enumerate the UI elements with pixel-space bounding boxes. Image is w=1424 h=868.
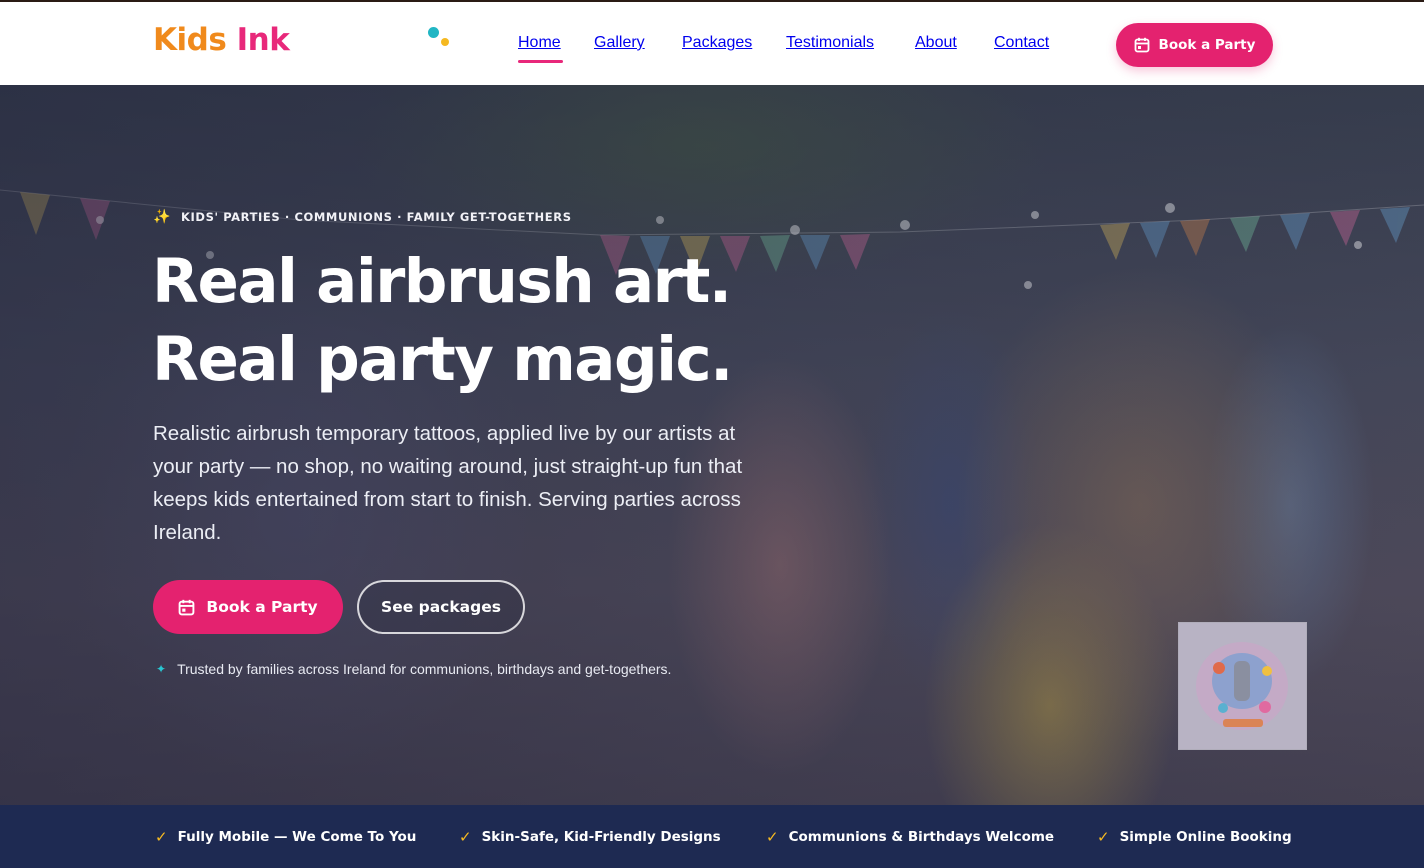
feature-item: ✓ Communions & Birthdays Welcome bbox=[766, 828, 1054, 846]
teal-dot bbox=[428, 27, 439, 38]
header-cta-label: Book a Party bbox=[1158, 37, 1256, 53]
logo-word-ink: Ink bbox=[236, 22, 290, 58]
check-icon: ✓ bbox=[459, 828, 472, 846]
hero-eyebrow: ✨ KIDS' PARTIES · COMMUNIONS · FAMILY GE… bbox=[153, 209, 572, 225]
site-header: Kids Ink Home Gallery Packages Testimoni… bbox=[0, 2, 1424, 85]
feature-label: Fully Mobile — We Come To You bbox=[177, 829, 417, 845]
logo-word-kids: Kids bbox=[153, 22, 227, 58]
hero-description: Realistic airbrush temporary tattoos, ap… bbox=[153, 422, 743, 544]
feature-label: Simple Online Booking bbox=[1119, 829, 1292, 845]
site-logo[interactable]: Kids Ink bbox=[153, 22, 290, 58]
nav-home[interactable]: Home bbox=[518, 34, 561, 52]
kids-ink-badge-image bbox=[1178, 622, 1307, 750]
feature-item: ✓ Fully Mobile — We Come To You bbox=[155, 828, 416, 846]
feature-label: Communions & Birthdays Welcome bbox=[788, 829, 1055, 845]
trust-note: ✦ Trusted by families across Ireland for… bbox=[156, 661, 671, 677]
nav-about[interactable]: About bbox=[915, 34, 957, 52]
check-icon: ✓ bbox=[1097, 828, 1110, 846]
calendar-icon bbox=[179, 599, 195, 615]
feature-item: ✓ Skin-Safe, Kid-Friendly Designs bbox=[459, 828, 721, 846]
hero-section: ✨ KIDS' PARTIES · COMMUNIONS · FAMILY GE… bbox=[0, 85, 1424, 805]
check-icon: ✓ bbox=[155, 828, 168, 846]
check-icon: ✓ bbox=[766, 828, 779, 846]
primary-cta-label: Book a Party bbox=[206, 598, 318, 616]
nav-active-indicator bbox=[518, 60, 563, 63]
sparkles-icon: ✨ bbox=[153, 209, 172, 225]
sparkle-icon: ✦ bbox=[156, 662, 167, 676]
feature-item: ✓ Simple Online Booking bbox=[1097, 828, 1292, 846]
feature-label: Skin-Safe, Kid-Friendly Designs bbox=[481, 829, 721, 845]
nav-gallery[interactable]: Gallery bbox=[594, 34, 645, 52]
decorative-dots bbox=[428, 27, 452, 51]
hero-headline: Real airbrush art. Real party magic. bbox=[152, 243, 733, 399]
eyebrow-text: KIDS' PARTIES · COMMUNIONS · FAMILY GET-… bbox=[181, 210, 572, 224]
see-packages-button[interactable]: See packages bbox=[357, 580, 525, 634]
headline-line-1: Real airbrush art. bbox=[152, 246, 732, 317]
badge-artwork bbox=[1179, 623, 1306, 749]
nav-testimonials[interactable]: Testimonials bbox=[786, 34, 874, 52]
trust-text: Trusted by families across Ireland for c… bbox=[177, 661, 672, 677]
nav-contact[interactable]: Contact bbox=[994, 34, 1049, 52]
calendar-icon bbox=[1134, 37, 1149, 53]
feature-strip: ✓ Fully Mobile — We Come To You ✓ Skin-S… bbox=[0, 805, 1424, 868]
headline-line-2: Real party magic. bbox=[152, 324, 733, 395]
hero-book-party-button[interactable]: Book a Party bbox=[153, 580, 343, 634]
yellow-dot bbox=[441, 38, 449, 46]
nav-packages[interactable]: Packages bbox=[682, 34, 752, 52]
header-book-party-button[interactable]: Book a Party bbox=[1116, 23, 1273, 67]
secondary-cta-label: See packages bbox=[381, 598, 501, 616]
